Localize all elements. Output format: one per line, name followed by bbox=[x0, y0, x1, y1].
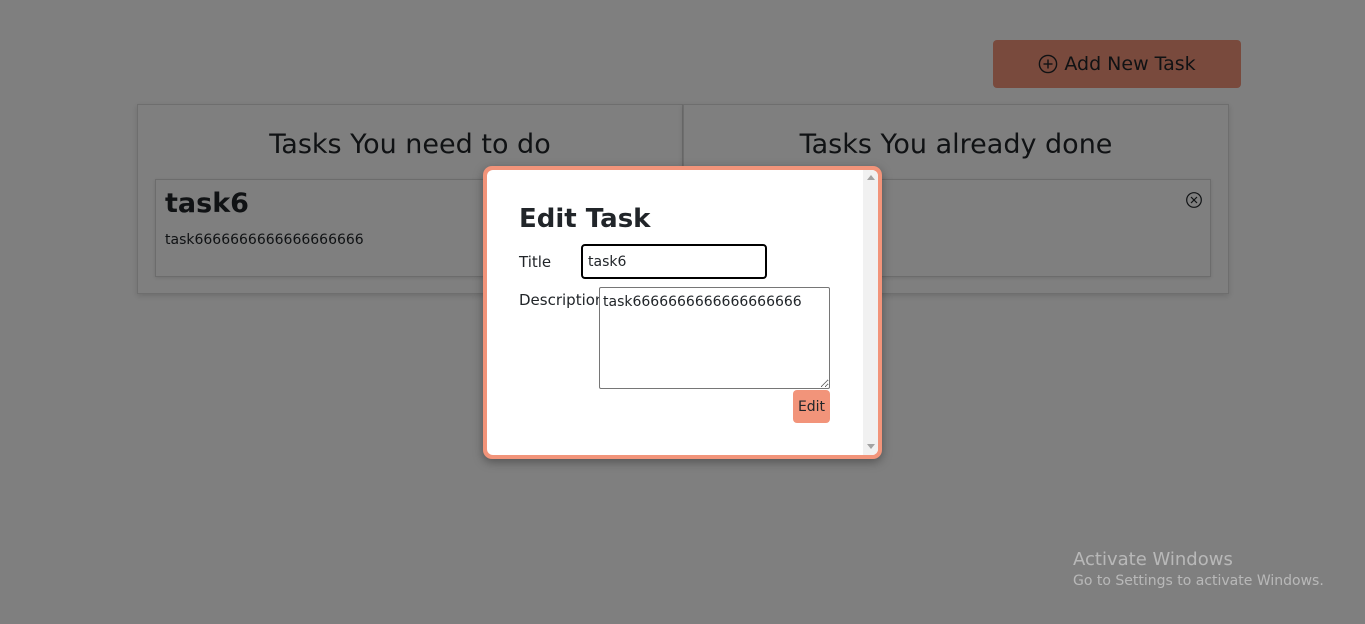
page: Add New Task Tasks You need to do task6 … bbox=[0, 0, 1365, 624]
modal-title: Edit Task bbox=[519, 204, 651, 234]
edit-button[interactable]: Edit bbox=[793, 390, 830, 423]
edit-task-modal: Edit Task Title Description task66666666… bbox=[483, 166, 882, 459]
title-label: Title bbox=[519, 253, 552, 271]
watermark-subtitle: Go to Settings to activate Windows. bbox=[1073, 573, 1324, 589]
scroll-down-icon[interactable] bbox=[867, 444, 875, 449]
modal-body: Edit Task Title Description task66666666… bbox=[487, 170, 878, 455]
description-label: Description bbox=[519, 291, 605, 309]
title-input[interactable] bbox=[581, 244, 767, 279]
description-textarea[interactable]: task6666666666666666666 bbox=[599, 287, 830, 389]
watermark-title: Activate Windows bbox=[1073, 549, 1233, 570]
activation-watermark: Activate Windows Go to Settings to activ… bbox=[1073, 549, 1324, 589]
modal-scrollbar[interactable] bbox=[863, 170, 878, 455]
scroll-up-icon[interactable] bbox=[867, 175, 875, 180]
